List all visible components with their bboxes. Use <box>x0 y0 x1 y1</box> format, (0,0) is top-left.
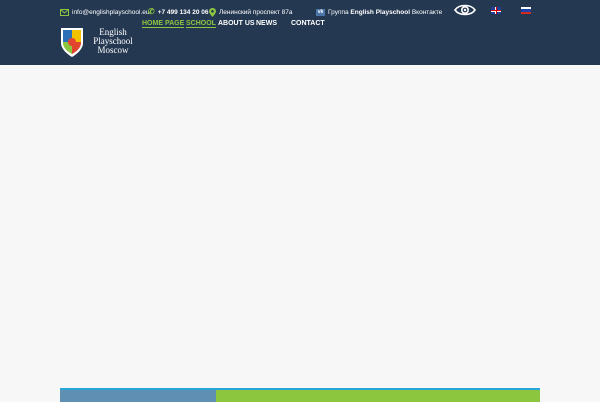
eye-icon[interactable] <box>454 3 476 17</box>
email-link[interactable]: info@englishplayschool.eu <box>60 7 149 17</box>
email-text: info@englishplayschool.eu <box>72 8 150 16</box>
phone-link[interactable]: ✆ +7 499 134 20 06 <box>148 7 209 17</box>
address-link[interactable]: Ленинский проспект 87а <box>209 7 293 17</box>
shield-logo-icon <box>61 28 83 57</box>
phone-text: +7 499 134 20 06 <box>157 8 209 16</box>
nav-news[interactable]: NEWS <box>256 20 277 27</box>
phone-icon: ✆ <box>148 7 155 16</box>
site-logo[interactable]: English Playschool Moscow <box>60 26 140 62</box>
nav-school[interactable]: SCHOOL <box>186 20 216 28</box>
map-pin-icon <box>209 7 216 17</box>
vk-group-name: English Playschool <box>350 8 411 16</box>
nav-contact[interactable]: CONTACT <box>291 20 325 27</box>
logo-text: English Playschool Moscow <box>87 28 139 55</box>
russian-flag-icon[interactable] <box>521 7 531 14</box>
english-flag-icon[interactable] <box>491 7 501 14</box>
nav-home-page[interactable]: HOME PAGE <box>142 20 185 28</box>
nav-about-us[interactable]: ABOUT US <box>218 20 255 27</box>
logo-line-3: Moscow <box>97 45 129 55</box>
address-text: Ленинский проспект 87а <box>219 8 293 16</box>
vk-suffix: Вконтакте <box>411 8 443 16</box>
envelope-icon <box>60 8 69 16</box>
site-header: info@englishplayschool.eu ✆ +7 499 134 2… <box>0 0 600 65</box>
vk-group-link[interactable]: vk Группа English Playschool Вконтакте <box>316 7 442 17</box>
vk-icon: vk <box>316 8 325 16</box>
vk-prefix: Группа <box>328 8 349 16</box>
